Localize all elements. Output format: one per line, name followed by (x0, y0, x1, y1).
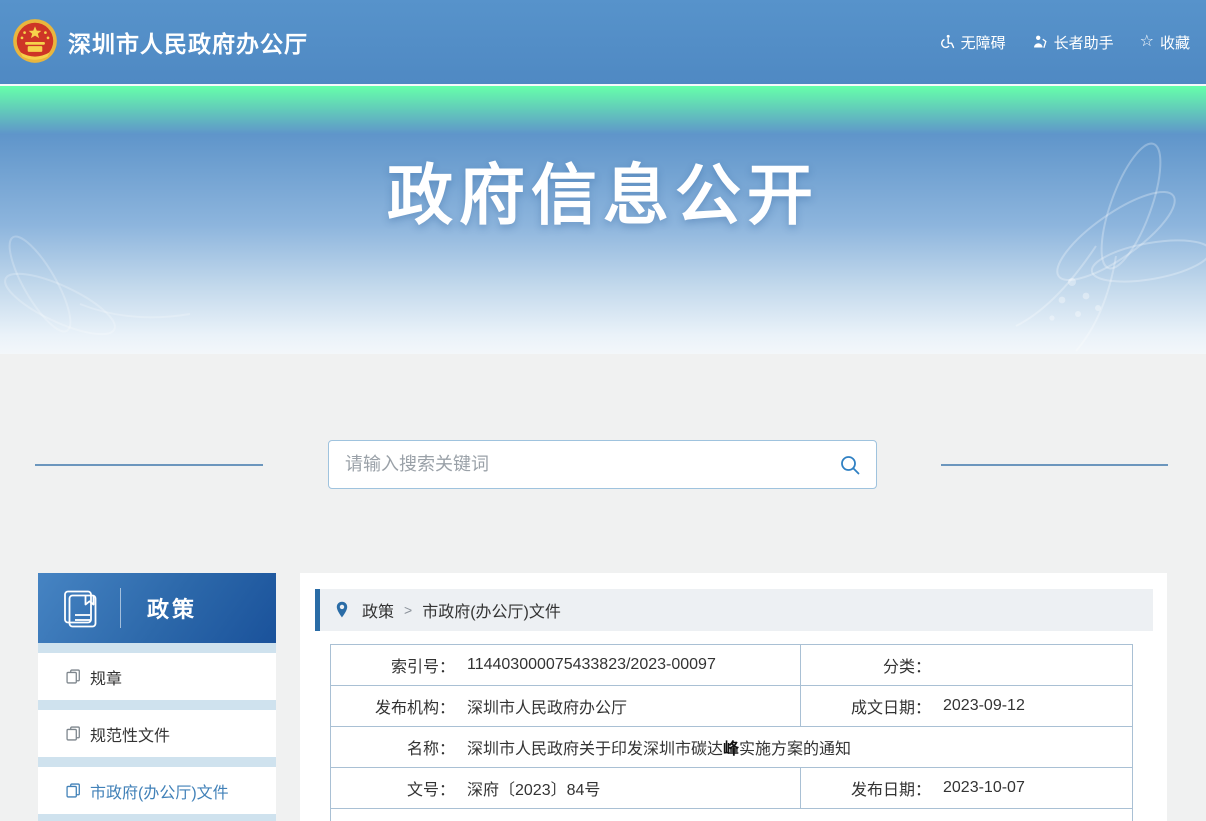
accessibility-icon (939, 34, 955, 50)
elder-helper-label: 长者助手 (1054, 32, 1114, 53)
accessibility-label: 无障碍 (961, 32, 1006, 53)
document-number-value: 深府〔2023〕84号 (467, 776, 600, 800)
hero-banner: 政府信息公开 (0, 84, 1206, 354)
table-row: 名称： 深圳市人民政府关于印发深圳市碳达峰实施方案的通知 (331, 727, 1132, 768)
location-pin-icon (334, 601, 350, 619)
decorative-line-right (941, 464, 1168, 466)
table-row: 索引号： 114403000075433823/2023-00097 分类： (331, 645, 1132, 686)
sidebar-header-divider (120, 588, 121, 628)
favorite-label: 收藏 (1160, 32, 1190, 53)
breadcrumb: 政策 > 市政府(办公厅)文件 (315, 589, 1153, 631)
breadcrumb-separator: > (404, 602, 412, 618)
favorite-link[interactable]: ☆ 收藏 (1140, 32, 1190, 53)
breadcrumb-item-current[interactable]: 市政府(办公厅)文件 (422, 598, 561, 622)
document-number-label: 文号： (331, 776, 455, 800)
sidebar-item-label: 规章 (90, 665, 122, 689)
document-icon (66, 783, 81, 798)
issuing-agency-cell: 发布机构： 深圳市人民政府办公厅 (331, 686, 800, 726)
book-icon (60, 588, 100, 628)
index-number-cell: 索引号： 114403000075433823/2023-00097 (331, 645, 800, 685)
table-row: 文号： 深府〔2023〕84号 发布日期： 2023-10-07 (331, 768, 1132, 809)
sidebar-title: 政策 (147, 592, 197, 624)
sidebar: 政策 规章 规范性文件 (38, 573, 276, 821)
highlighted-keyword: 峰 (723, 741, 739, 758)
national-emblem-icon (10, 17, 60, 67)
main-content-panel: 政策 > 市政府(办公厅)文件 索引号： 114403000075433823/… (300, 573, 1167, 821)
document-name-text: 深圳市人民政府关于印发深圳市碳达 (467, 741, 723, 758)
top-header-bar: 深圳市人民政府办公厅 无障碍 长者助手 ☆ 收藏 (0, 0, 1206, 84)
date-written-cell: 成文日期： 2023-09-12 (800, 686, 1132, 726)
sidebar-item-normative-documents[interactable]: 规范性文件 (38, 710, 276, 757)
decorative-line-left (35, 464, 263, 466)
star-icon: ☆ (1140, 34, 1154, 50)
sidebar-item-label: 市政府(办公厅)文件 (90, 779, 229, 803)
document-name-value: 深圳市人民政府关于印发深圳市碳达峰实施方案的通知 (467, 735, 851, 759)
document-icon (66, 669, 81, 684)
document-name-label: 名称： (331, 735, 455, 759)
elder-helper-icon (1032, 34, 1048, 50)
document-name-text: 实施方案的通知 (739, 741, 851, 758)
breadcrumb-item-policy[interactable]: 政策 (362, 598, 394, 622)
sidebar-header: 政策 (38, 573, 276, 643)
publish-date-cell: 发布日期： 2023-10-07 (800, 768, 1132, 808)
sidebar-item-regulations[interactable]: 规章 (38, 653, 276, 700)
document-meta-table: 索引号： 114403000075433823/2023-00097 分类： 发… (330, 644, 1133, 821)
document-icon (66, 726, 81, 741)
date-written-label: 成文日期： (801, 694, 931, 718)
issuing-agency-label: 发布机构： (331, 694, 455, 718)
document-name-cell: 名称： 深圳市人民政府关于印发深圳市碳达峰实施方案的通知 (331, 727, 1132, 767)
sidebar-menu: 规章 规范性文件 市政府(办公厅)文件 (38, 643, 276, 821)
search-bar (328, 440, 877, 489)
empty-cell (331, 809, 1132, 821)
search-button[interactable] (824, 441, 876, 488)
publish-date-label: 发布日期： (801, 776, 931, 800)
category-label: 分类： (801, 653, 931, 677)
publish-date-value: 2023-10-07 (943, 779, 1025, 797)
issuing-agency-value: 深圳市人民政府办公厅 (467, 694, 627, 718)
page: 深圳市人民政府办公厅 无障碍 长者助手 ☆ 收藏 (0, 0, 1206, 821)
date-written-value: 2023-09-12 (943, 697, 1025, 715)
sidebar-item-label: 规范性文件 (90, 722, 170, 746)
search-input[interactable] (329, 441, 824, 488)
topbar-links: 无障碍 长者助手 ☆ 收藏 (939, 32, 1190, 53)
table-row: 发布机构： 深圳市人民政府办公厅 成文日期： 2023-09-12 (331, 686, 1132, 727)
document-number-cell: 文号： 深府〔2023〕84号 (331, 768, 800, 808)
category-cell: 分类： (800, 645, 1132, 685)
index-number-value: 114403000075433823/2023-00097 (467, 656, 716, 674)
search-icon (839, 454, 861, 476)
page-title: 政府信息公开 (0, 142, 1206, 238)
table-row-partial (331, 809, 1132, 821)
index-number-label: 索引号： (331, 653, 455, 677)
elder-helper-link[interactable]: 长者助手 (1032, 32, 1114, 53)
accessibility-link[interactable]: 无障碍 (939, 32, 1006, 53)
sidebar-item-municipal-government-documents[interactable]: 市政府(办公厅)文件 (38, 767, 276, 814)
site-title: 深圳市人民政府办公厅 (68, 25, 308, 59)
